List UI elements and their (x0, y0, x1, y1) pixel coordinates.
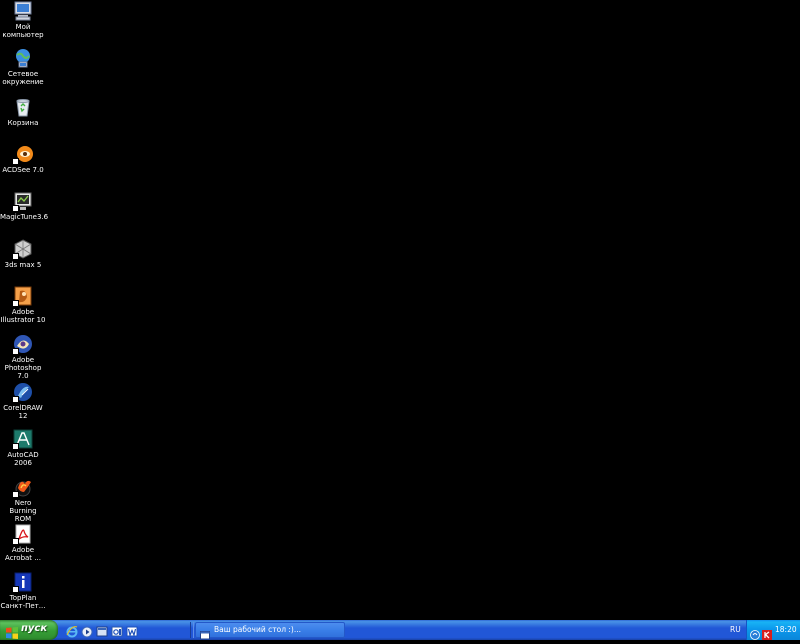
my-computer-icon (12, 0, 34, 22)
desktop-icon-magictune[interactable]: MagicTune3.6 (0, 190, 49, 234)
folder-window-icon (200, 625, 210, 640)
shortcut-arrow-icon (12, 538, 19, 545)
acdsee-icon (12, 143, 34, 165)
shortcut-arrow-icon (12, 443, 19, 450)
desktop-icon-nero[interactable]: Nero Burning ROM (0, 476, 46, 523)
desktop-icon-label: Adobe Illustrator 10 (0, 308, 46, 324)
media-player-icon[interactable] (81, 623, 93, 638)
desktop-icon-acrobat[interactable]: Adobe Acrobat ... (0, 523, 46, 567)
desktop-icon-network-places[interactable]: Сетевое окружение (0, 47, 46, 91)
shortcut-arrow-icon (12, 348, 19, 355)
network-places-icon (12, 47, 34, 69)
kaspersky-tray-icon[interactable] (762, 625, 772, 640)
3ds-max-icon (12, 238, 34, 260)
task-button-label: Ваш рабочий стол :)... (214, 625, 301, 634)
desktop-icon-label: Мой компьютер (2, 23, 44, 39)
nero-icon (12, 476, 34, 498)
network-tray-icon[interactable] (750, 625, 760, 640)
desktop-icon-coreldraw[interactable]: CorelDRAW 12 (0, 381, 46, 425)
shortcut-arrow-icon (12, 253, 19, 260)
windows-logo-icon (6, 624, 18, 639)
recycle-bin-icon (12, 96, 34, 118)
shortcut-arrow-icon (12, 300, 19, 307)
coreldraw-icon (12, 381, 34, 403)
desktop-icon-3ds-max[interactable]: 3ds max 5 (0, 238, 46, 282)
autocad-icon (12, 428, 34, 450)
shortcut-arrow-icon (12, 158, 19, 165)
clock[interactable]: 18:20 (775, 625, 797, 634)
desktop-icon-label: 3ds max 5 (4, 261, 42, 269)
notification-area: 18:20 (746, 620, 800, 640)
desktop-icon-label: Сетевое окружение (2, 70, 44, 86)
desktop-icon-label: Adobe Acrobat ... (5, 546, 41, 562)
quick-launch-bar (66, 623, 138, 638)
desktop-icon-label: ACDSee 7.0 (2, 166, 44, 174)
desktop-icon-recycle-bin[interactable]: Корзина (0, 96, 46, 140)
language-indicator[interactable]: RU (730, 625, 741, 634)
shortcut-arrow-icon (12, 396, 19, 403)
start-label: пуск (21, 623, 48, 634)
word-icon[interactable] (126, 623, 138, 637)
desktop-icon-label: Adobe Photoshop 7.0 (4, 356, 42, 380)
system-tray: RU 18:20 (728, 620, 800, 640)
desktop-icon-label: CorelDRAW 12 (3, 404, 43, 420)
desktop-icon-label: MagicTune3.6 (0, 213, 49, 221)
magictune-icon (12, 190, 34, 212)
task-button-desktop[interactable]: Ваш рабочий стол :)... (195, 622, 345, 640)
desktop-icon-photoshop[interactable]: Adobe Photoshop 7.0 (0, 333, 46, 380)
desktop-icon-label: TopPlan Санкт-Пет... (0, 594, 46, 610)
shortcut-arrow-icon (12, 491, 19, 498)
outlook-icon[interactable] (111, 623, 123, 637)
desktop-icon-topplan[interactable]: TopPlan Санкт-Пет... (0, 571, 46, 615)
desktop-icon-acdsee[interactable]: ACDSee 7.0 (0, 143, 46, 187)
shortcut-arrow-icon (12, 586, 19, 593)
acrobat-icon (12, 523, 34, 545)
desktop-icon-illustrator[interactable]: Adobe Illustrator 10 (0, 285, 46, 329)
ie-icon[interactable] (66, 623, 78, 638)
desktop[interactable]: Мой компьютер Сетевое окружение Корзина (0, 0, 800, 620)
desktop-icon-label: Корзина (7, 119, 39, 127)
start-button[interactable]: пуск (0, 620, 58, 640)
desktop-icon-label: Nero Burning ROM (9, 499, 37, 523)
topplan-icon (12, 571, 34, 593)
taskbar-separator (190, 622, 194, 638)
desktop-icon-autocad[interactable]: AutoCAD 2006 (0, 428, 46, 472)
photoshop-icon (12, 333, 34, 355)
desktop-icon-label: AutoCAD 2006 (7, 451, 39, 467)
illustrator-icon (12, 285, 34, 307)
desktop-icon-my-computer[interactable]: Мой компьютер (0, 0, 46, 44)
shortcut-arrow-icon (12, 205, 19, 212)
show-desktop-icon[interactable] (96, 623, 108, 637)
taskbar: пуск Ваш рабочий стол:)... RU 18:20 (0, 620, 800, 640)
